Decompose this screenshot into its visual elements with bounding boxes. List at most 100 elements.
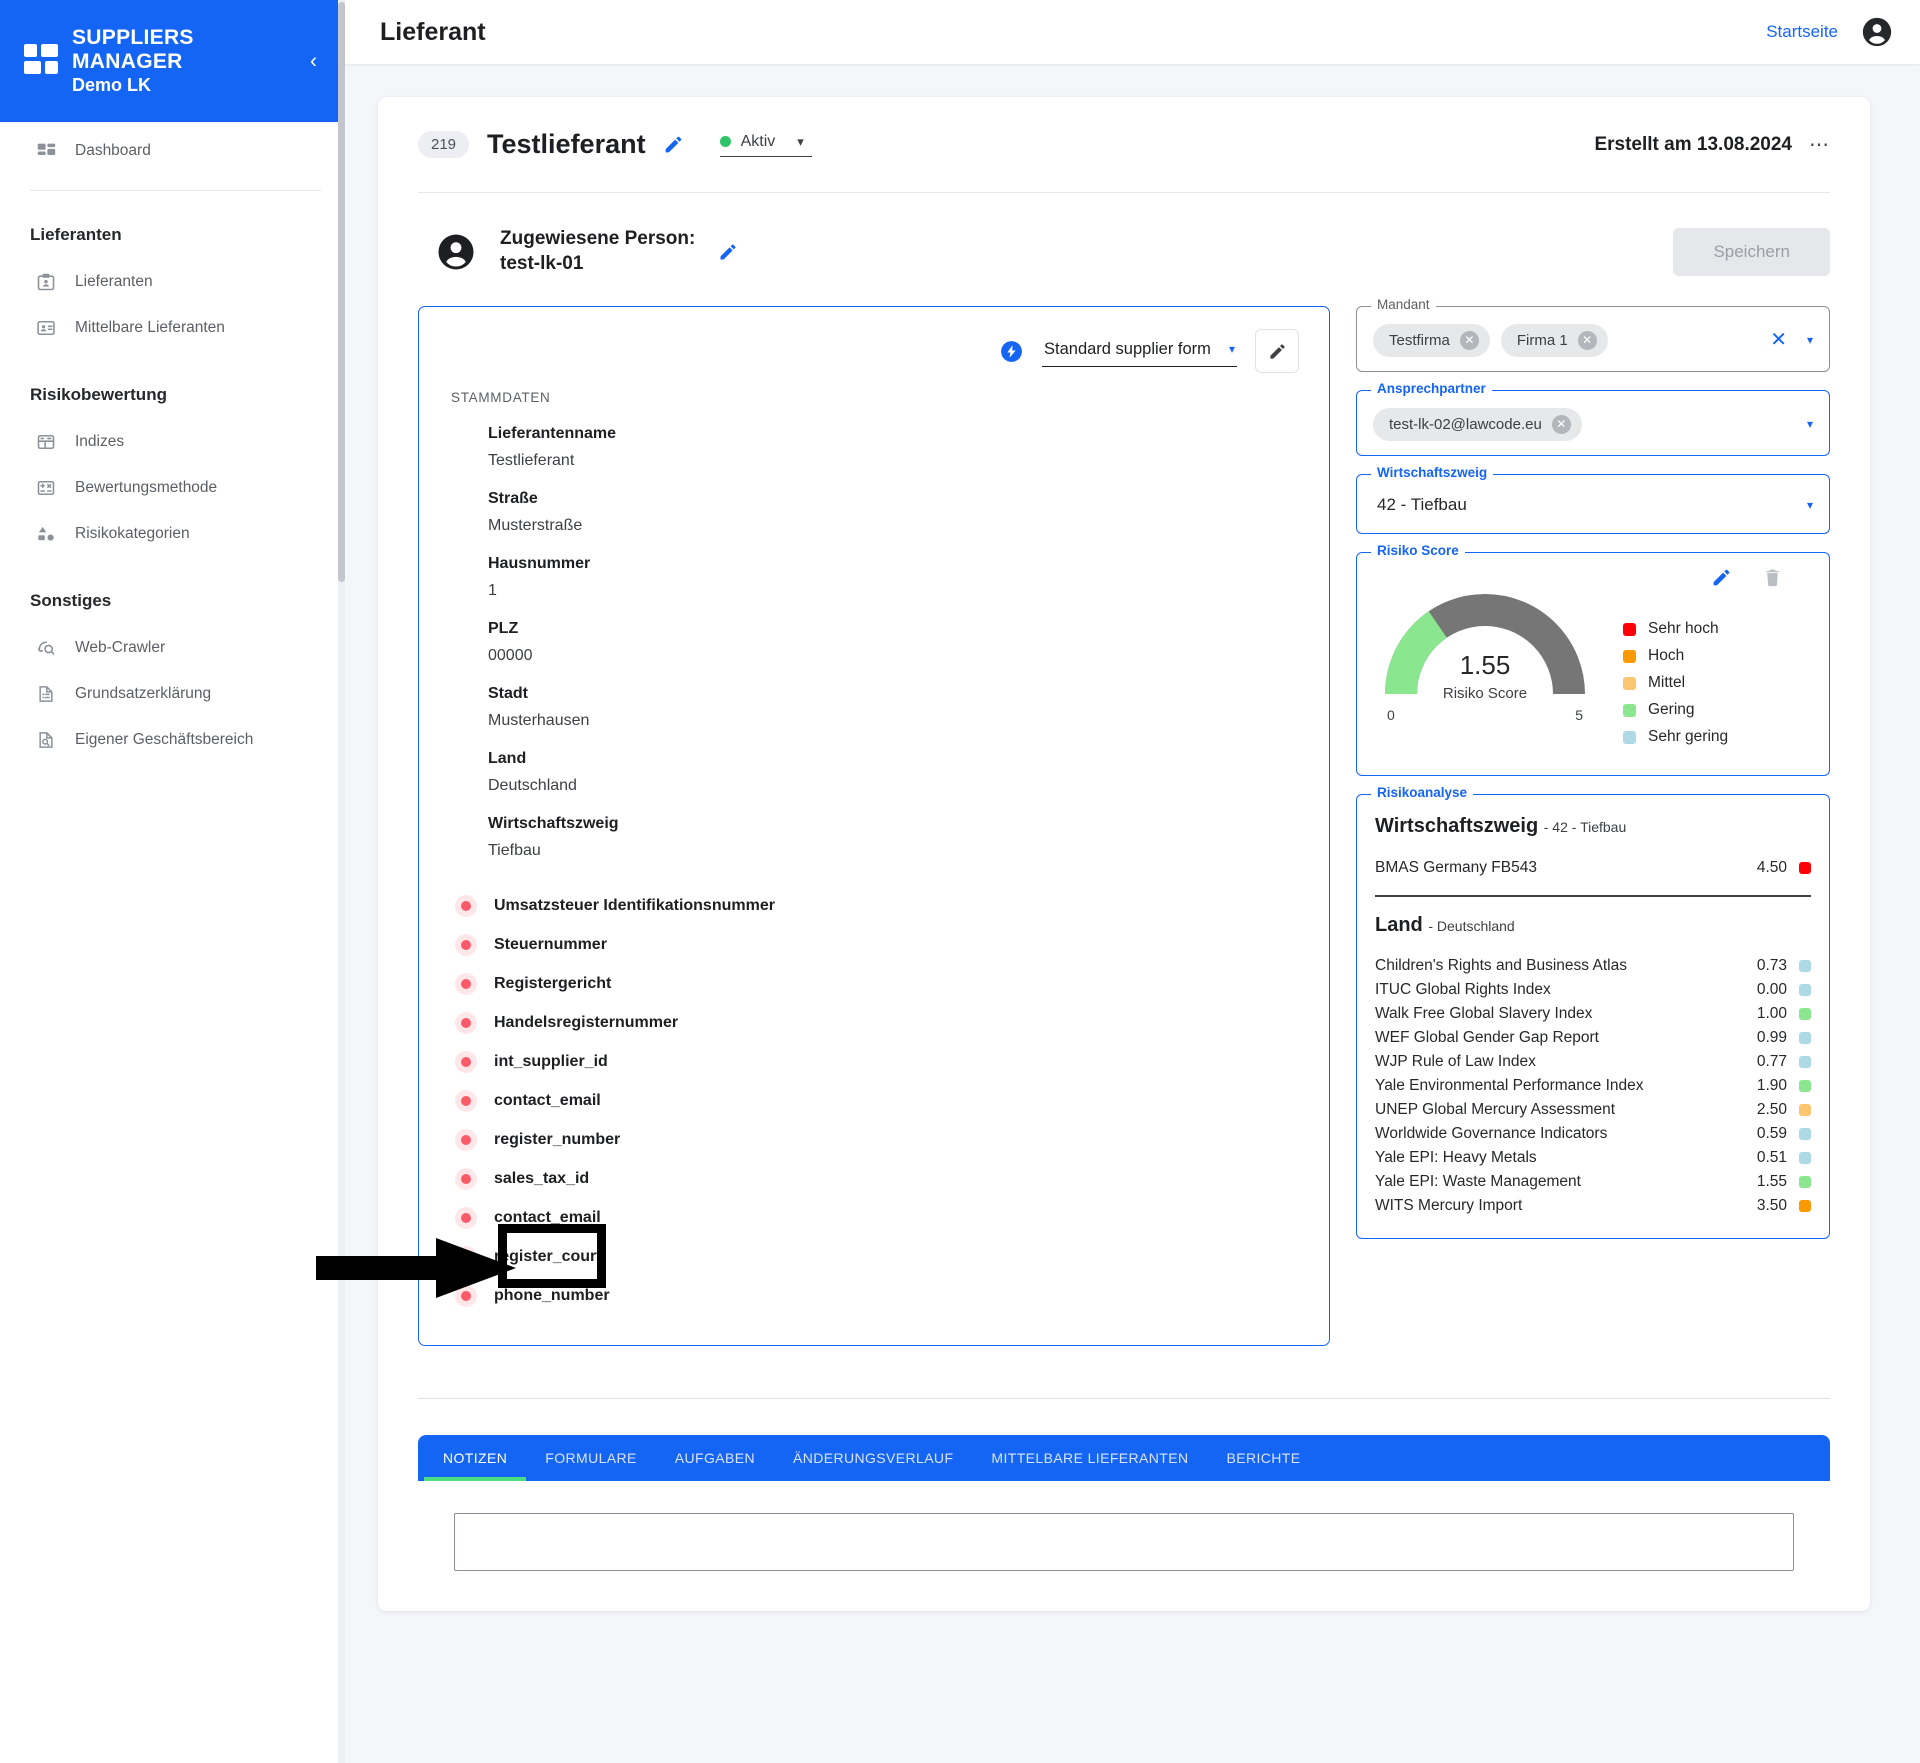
chip[interactable]: test-lk-02@lawcode.eu ✕: [1373, 407, 1582, 441]
tab-notizen[interactable]: NOTIZEN: [424, 1435, 527, 1482]
empty-form-field[interactable]: Steuernummer: [449, 925, 1299, 964]
required-dot-icon: [455, 1050, 477, 1073]
sidebar-scrollbar[interactable]: [338, 0, 345, 1763]
sidebar-item-label: Bewertungsmethode: [75, 479, 218, 496]
lightning-bolt-icon[interactable]: [999, 339, 1024, 364]
risk-legend-label: Hoch: [1648, 647, 1685, 665]
risk-legend-item: Sehr gering: [1623, 728, 1728, 746]
form-field: PLZ 00000: [449, 600, 1299, 665]
tab-aufgaben[interactable]: AUFGABEN: [656, 1435, 774, 1481]
required-dot-core: [461, 1134, 471, 1145]
edit-form-button[interactable]: [1255, 329, 1299, 374]
risk-legend-label: Gering: [1648, 701, 1695, 719]
tab-berichte[interactable]: BERICHTE: [1207, 1435, 1319, 1481]
sidebar-item-bewertungsmethode[interactable]: Bewertungsmethode: [0, 465, 345, 511]
brand-text: SUPPLIERS MANAGER Demo LK: [72, 26, 194, 97]
sidebar-item-risikokategorien[interactable]: Risikokategorien: [0, 511, 345, 557]
sidebar-item-mittelbare-lieferanten[interactable]: Mittelbare Lieferanten: [0, 305, 345, 351]
policy-doc-icon: [34, 682, 58, 706]
chip[interactable]: Testfirma ✕: [1373, 323, 1490, 357]
chevron-left-icon[interactable]: ‹: [310, 51, 317, 72]
form-field: Wirtschaftszweig Tiefbau: [449, 795, 1299, 860]
risk-index-name: Yale EPI: Heavy Metals: [1375, 1148, 1537, 1166]
empty-form-field[interactable]: int_supplier_id: [449, 1042, 1299, 1081]
sidebar-scrollbar-thumb[interactable]: [338, 2, 345, 582]
required-dot-icon: [455, 1206, 477, 1229]
tab-mittelbare-lieferanten[interactable]: MITTELBARE LIEFERANTEN: [972, 1435, 1207, 1481]
chevron-down-icon[interactable]: ▾: [1807, 333, 1813, 347]
wirtschaftszweig-actions: ▾: [1807, 498, 1813, 512]
empty-form-field[interactable]: Handelsregisternummer: [449, 1003, 1299, 1042]
risk-score-legend: Sehr hoch Hoch Mittel Gering Sehr gering: [1623, 620, 1728, 755]
risikoanalyse-country-rows: Children's Rights and Business Atlas 0.73…: [1375, 954, 1811, 1218]
form-field-label: Wirtschaftszweig: [488, 815, 619, 833]
wirtschaftszweig-field[interactable]: Wirtschaftszweig 42 - Tiefbau ▾: [1356, 465, 1830, 535]
assigned-person-label: Zugewiesene Person:: [500, 228, 696, 249]
sidebar-item-lieferanten[interactable]: Lieferanten: [0, 259, 345, 305]
account-circle-icon[interactable]: [1860, 15, 1894, 49]
chevron-down-icon: ▾: [797, 133, 804, 149]
empty-form-field-label: Registergericht: [494, 974, 612, 992]
section-divider: [418, 1398, 1830, 1400]
empty-form-field[interactable]: contact_email: [449, 1081, 1299, 1120]
risk-index-swatch: [1799, 1151, 1811, 1164]
risk-legend-item: Sehr hoch: [1623, 620, 1728, 638]
close-icon[interactable]: ✕: [1577, 330, 1597, 350]
supplier-card: 219 Testlieferant Aktiv ▾ Erstellt am 13…: [378, 97, 1870, 1612]
empty-form-field-label: sales_tax_id: [494, 1169, 590, 1187]
form-template-select[interactable]: Standard supplier form ▾: [1042, 336, 1237, 367]
edit-assigned-person-pencil-icon[interactable]: [718, 242, 738, 262]
page-title: Lieferant: [380, 17, 486, 46]
sidebar-item-eigener-geschaeftsbereich[interactable]: Eigener Geschäftsbereich: [0, 717, 345, 763]
required-dot-core: [461, 1095, 471, 1106]
risk-index-swatch: [1799, 1127, 1811, 1140]
startseite-link[interactable]: Startseite: [1766, 22, 1838, 42]
sidebar-item-indizes[interactable]: Indizes: [0, 419, 345, 465]
empty-form-field[interactable]: register_number: [449, 1120, 1299, 1159]
indirect-supplier-icon: [34, 316, 58, 340]
status-dropdown[interactable]: Aktiv ▾: [719, 133, 812, 157]
delete-risk-score-trash-icon[interactable]: [1762, 567, 1783, 588]
required-dot-icon: [455, 1167, 477, 1190]
risikoanalyse-sector-rows: BMAS Germany FB543 4.50: [1375, 856, 1811, 886]
gauge-caption: Risiko Score: [1442, 685, 1528, 703]
tabs-bar: NOTIZEN FORMULARE AUFGABEN ÄNDERUNGSVERLAUF…: [418, 1435, 1830, 1482]
tab-formulare[interactable]: FORMULARE: [526, 1435, 656, 1481]
form-field: Hausnummer 1: [449, 535, 1299, 600]
risk-legend-swatch: [1623, 676, 1636, 690]
chip[interactable]: Firma 1 ✕: [1500, 323, 1608, 357]
risk-index-row: WEF Global Gender Gap Report 0.99: [1375, 1026, 1811, 1050]
empty-form-field[interactable]: Umsatzsteuer Identifikationsnummer: [449, 886, 1299, 925]
note-input[interactable]: [454, 1513, 1794, 1572]
mandant-field[interactable]: Mandant Testfirma ✕ Firma 1 ✕ ✕ ▾: [1356, 297, 1830, 373]
chevron-down-icon[interactable]: ▾: [1807, 417, 1813, 431]
required-dot-core: [461, 1017, 471, 1028]
clear-icon[interactable]: ✕: [1770, 330, 1787, 350]
supplier-card-icon: [34, 270, 58, 294]
close-icon[interactable]: ✕: [1459, 330, 1479, 350]
calculator-icon: [34, 476, 58, 500]
ansprechpartner-field[interactable]: Ansprechpartner test-lk-02@lawcode.eu ✕ …: [1356, 381, 1830, 457]
required-dot-core: [461, 978, 471, 989]
assigned-person-text: Zugewiesene Person: test-lk-01: [500, 227, 695, 276]
supplier-form-panel: Standard supplier form ▾ STAMMDATEN Lief…: [418, 306, 1330, 1347]
risk-index-name: WJP Rule of Law Index: [1375, 1052, 1536, 1070]
empty-form-field[interactable]: Registergericht: [449, 964, 1299, 1003]
more-horizontal-icon[interactable]: ⋯: [1809, 135, 1830, 155]
chevron-down-icon[interactable]: ▾: [1807, 498, 1813, 512]
risk-index-name: Walk Free Global Slavery Index: [1375, 1004, 1593, 1022]
sidebar-item-web-crawler[interactable]: Web-Crawler: [0, 625, 345, 671]
form-field-value: 00000: [488, 647, 533, 665]
form-field-value: Deutschland: [488, 777, 577, 795]
form-template-label: Standard supplier form: [1044, 339, 1211, 358]
empty-form-field[interactable]: sales_tax_id: [449, 1159, 1299, 1198]
tab-änderungsverlauf[interactable]: ÄNDERUNGSVERLAUF: [774, 1435, 972, 1481]
sidebar-item-grundsatzerklaerung[interactable]: Grundsatzerklärung: [0, 671, 345, 717]
close-icon[interactable]: ✕: [1551, 414, 1571, 434]
edit-risk-score-pencil-icon[interactable]: [1711, 567, 1732, 588]
chevron-down-icon: ▾: [1228, 342, 1235, 357]
created-date-text: Erstellt am 13.08.2024: [1594, 133, 1792, 155]
sidebar-item-dashboard[interactable]: Dashboard: [0, 128, 345, 174]
save-button[interactable]: Speichern: [1673, 227, 1830, 276]
edit-supplier-name-pencil-icon[interactable]: [663, 134, 684, 155]
